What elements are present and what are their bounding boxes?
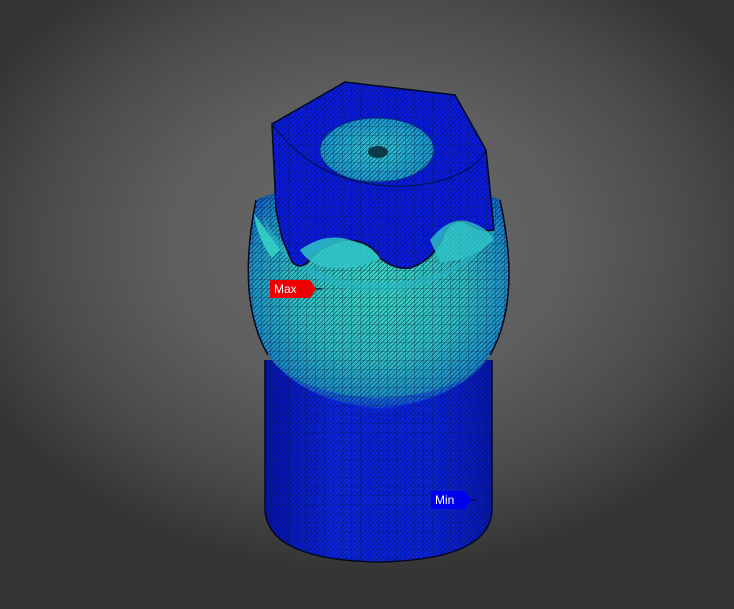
max-label: Max: [274, 282, 297, 296]
hex-knob: [254, 81, 495, 270]
fea-mesh-model[interactable]: [0, 0, 734, 609]
min-label: Min: [435, 493, 455, 507]
min-probe-flag[interactable]: Min: [431, 491, 471, 509]
graphics-viewport[interactable]: Max Min: [0, 0, 734, 609]
max-probe-flag[interactable]: Max: [270, 280, 316, 298]
